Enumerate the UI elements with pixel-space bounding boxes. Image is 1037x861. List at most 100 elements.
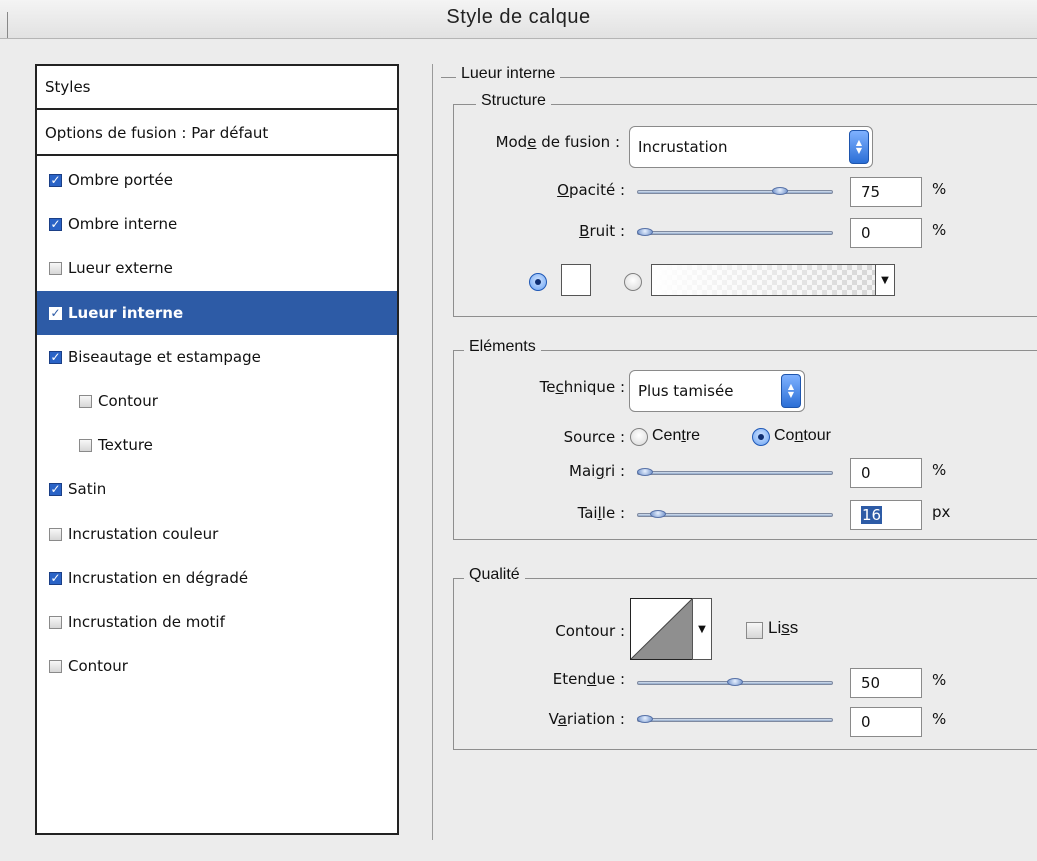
style-item[interactable]: Contour [37,379,397,423]
gradient-preview[interactable] [651,264,876,296]
style-item-checkbox[interactable] [79,438,92,452]
blend-mode-stepper-icon: ▲ ▼ [849,130,869,164]
blend-mode-value: Incrustation [638,138,728,156]
source-edge-radio[interactable] [752,428,770,446]
gradient-radio[interactable] [624,273,642,291]
choke-input[interactable]: 0 [850,458,922,488]
technique-label: Technique : [539,378,625,396]
structure-title: Structure [476,92,551,110]
style-item[interactable]: Incrustation de motif [37,600,397,644]
opacity-label: Opacité : [557,181,625,199]
style-item[interactable]: ✓ Ombre interne [37,202,397,246]
technique-select[interactable]: Plus tamisée ▲ ▼ [629,370,805,412]
range-unit: % [932,671,947,689]
opacity-unit: % [932,180,947,198]
blending-options-item[interactable]: Options de fusion : Par défaut [37,112,397,156]
style-item-label: Ombre interne [68,215,178,233]
glow-color-swatch[interactable] [561,264,591,296]
source-center-radio[interactable] [630,428,648,446]
style-item[interactable]: ✓ Lueur interne [37,291,397,335]
contour-label: Contour : [555,622,625,640]
technique-value: Plus tamisée [638,382,734,400]
style-item-checkbox[interactable]: ✓ [49,173,62,187]
size-slider-track[interactable] [637,513,833,517]
choke-label: Maigri : [569,462,625,480]
jitter-slider-thumb[interactable] [637,715,653,723]
jitter-label: Variation : [548,710,625,728]
quality-title: Qualité [464,566,525,584]
contour-dropdown-arrow-icon[interactable]: ▼ [692,598,712,660]
style-item-checkbox[interactable]: ✓ [49,482,62,496]
noise-unit: % [932,221,947,239]
jitter-unit: % [932,710,947,728]
style-item-label: Ombre portée [68,171,173,189]
style-item-label: Incrustation en dégradé [68,569,249,587]
style-item[interactable]: ✓ Incrustation en dégradé [37,556,397,600]
style-item-checkbox[interactable]: ✓ [49,350,62,364]
noise-label: Bruit : [579,222,625,240]
size-label: Taille : [577,504,625,522]
blend-mode-label: Mode de fusion : [495,133,620,151]
style-item-label: Biseautage et estampage [68,348,261,366]
choke-slider-thumb[interactable] [637,468,653,476]
choke-slider-track[interactable] [637,471,833,475]
noise-slider-track[interactable] [637,231,833,235]
style-item-label: Contour [68,657,128,675]
style-item-checkbox[interactable]: ✓ [49,217,62,231]
blending-options-label: Options de fusion : Par défaut [45,124,269,142]
noise-input[interactable]: 0 [850,218,922,248]
style-item[interactable]: Incrustation couleur [37,512,397,556]
style-item-label: Incrustation couleur [68,525,219,543]
solid-color-radio[interactable] [529,273,547,291]
size-input[interactable]: 16 [850,500,922,530]
range-label: Etendue : [552,670,625,688]
technique-stepper-icon: ▲ ▼ [781,374,801,408]
styles-header[interactable]: Styles [37,66,397,110]
style-item[interactable]: Contour [37,644,397,688]
size-slider-thumb[interactable] [650,510,666,518]
style-item-checkbox[interactable] [49,659,62,673]
range-input[interactable]: 50 [850,668,922,698]
choke-unit: % [932,461,947,479]
inner-glow-title: Lueur interne [456,65,561,83]
style-item-label: Lueur interne [68,304,184,322]
style-item[interactable]: ✓ Biseautage et estampage [37,335,397,379]
style-item[interactable]: ✓ Ombre portée [37,158,397,202]
contour-preview[interactable] [630,598,693,660]
jitter-input[interactable]: 0 [850,707,922,737]
opacity-slider-thumb[interactable] [772,187,788,195]
style-item[interactable]: Texture [37,423,397,467]
opacity-slider-track[interactable] [637,190,833,194]
style-item-checkbox[interactable] [49,527,62,541]
style-item-checkbox[interactable]: ✓ [49,306,62,320]
style-item-label: Lueur externe [68,259,173,277]
style-item-checkbox[interactable]: ✓ [49,571,62,585]
style-item-checkbox[interactable] [49,615,62,629]
range-slider-thumb[interactable] [727,678,743,686]
opacity-input[interactable]: 75 [850,177,922,207]
elements-title: Eléments [464,338,541,356]
antialias-label: Liss [768,618,799,637]
source-edge-label: Contour [774,427,831,444]
window-title: Style de calque [446,6,591,28]
style-item-checkbox[interactable] [49,261,62,275]
styles-list-panel: Styles Options de fusion : Par défaut ✓ O… [35,64,399,835]
style-item[interactable]: ✓ Satin [37,467,397,511]
panel-divider [432,64,433,840]
style-item-label: Contour [98,392,158,410]
gradient-dropdown-arrow-icon[interactable]: ▼ [875,264,895,296]
style-item-label: Satin [68,480,107,498]
jitter-slider-track[interactable] [637,718,833,722]
source-label: Source : [563,428,625,446]
style-item-label: Texture [98,436,153,454]
style-item-label: Incrustation de motif [68,613,225,631]
title-bar: Style de calque [0,0,1037,39]
style-item[interactable]: Lueur externe [37,246,397,290]
contour-curve-icon [630,598,693,660]
antialias-checkbox[interactable] [746,622,763,639]
blend-mode-select[interactable]: Incrustation ▲ ▼ [629,126,873,168]
noise-slider-thumb[interactable] [637,228,653,236]
source-center-label: Centre [652,427,701,444]
size-unit: px [932,503,951,521]
style-item-checkbox[interactable] [79,394,92,408]
